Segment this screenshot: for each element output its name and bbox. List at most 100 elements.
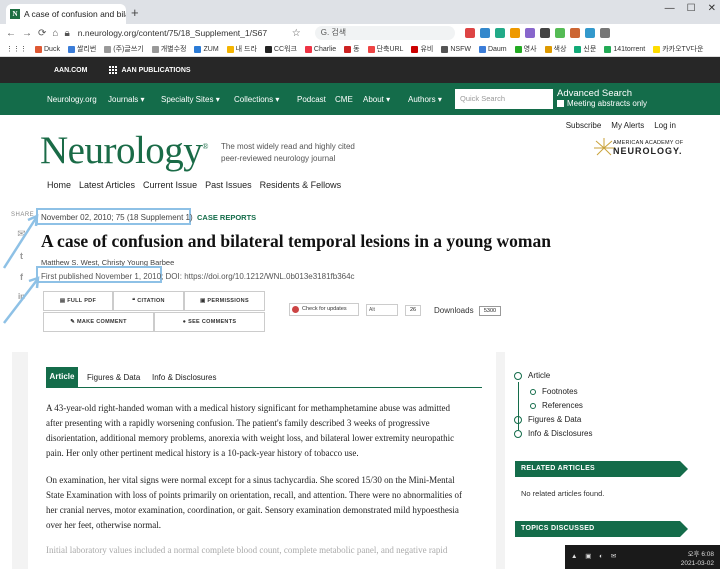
home-icon[interactable]: ⌂ [52, 28, 58, 39]
reload-icon[interactable]: ⟳ [38, 28, 46, 39]
linkedin-icon[interactable]: in [16, 292, 27, 302]
toc-info-disclosures[interactable]: Info & Disclosures [514, 429, 592, 438]
issue-date[interactable]: November 02, 2010; 75 (18 Supplement 1) [41, 213, 193, 222]
bookmark-favicon-icon [514, 45, 522, 53]
toc-footnotes[interactable]: Footnotes [530, 387, 578, 396]
bookmark-item[interactable]: 카카오TV다운 [653, 44, 703, 54]
email-icon[interactable]: ✉ [16, 230, 27, 240]
permissions-button[interactable]: ▣ PERMISSIONS [184, 291, 265, 311]
extension-icon[interactable] [524, 28, 535, 38]
altmetric-badge[interactable]: Alt [366, 304, 398, 316]
menu-latest-articles[interactable]: Latest Articles [79, 180, 135, 190]
menu-home[interactable]: Home [47, 180, 71, 190]
minimize-icon[interactable]: — [665, 3, 675, 14]
forward-icon[interactable]: → [22, 28, 32, 39]
bookmark-item[interactable]: 색상 [544, 44, 566, 54]
quick-search-input[interactable]: Quick Search [455, 89, 553, 109]
nav-about[interactable]: About ▾ [363, 95, 390, 104]
bookmark-item[interactable]: (주)글쓰기 [104, 44, 144, 54]
bookmark-item[interactable]: Duck [35, 45, 60, 53]
bookmark-item[interactable]: Daum [478, 45, 507, 53]
menu-residents-fellows[interactable]: Residents & Fellows [260, 180, 342, 190]
extension-icon[interactable] [599, 28, 610, 38]
aan-publications-link[interactable]: AAN PUBLICATIONS [109, 66, 191, 74]
extension-icon[interactable] [509, 28, 520, 38]
make-comment-button[interactable]: ✎ MAKE COMMENT [43, 312, 154, 332]
my-alerts-link[interactable]: My Alerts [611, 121, 644, 130]
doi-link[interactable]: DOI: https://doi.org/10.1212/WNL.0b013e3… [166, 272, 355, 281]
toc-figures-data[interactable]: Figures & Data [514, 415, 581, 424]
nav-authors[interactable]: Authors ▾ [408, 95, 442, 104]
nav-neurology-org[interactable]: Neurology.org [47, 95, 97, 104]
browser-tab[interactable]: N A case of confusion and bilateral ✕ [6, 4, 126, 24]
system-clock[interactable]: 오후 6:08 2021-03-02 [681, 550, 714, 568]
nav-collections[interactable]: Collections ▾ [234, 95, 279, 104]
citation-button[interactable]: ❝ CITATION [113, 291, 184, 311]
secondary-menu: Home Latest Articles Current Issue Past … [47, 180, 341, 190]
bookmark-item[interactable]: 쌀리번 [67, 44, 96, 54]
subscribe-link[interactable]: Subscribe [566, 121, 602, 130]
tray-icons[interactable]: ▲ ▣ ◐ ✉ [571, 552, 619, 560]
aan-logo[interactable]: AMERICAN ACADEMY OF NEUROLOGY. [594, 138, 683, 156]
check-for-updates-button[interactable]: Check for updates [289, 303, 359, 316]
bookmark-item[interactable]: 내 드라 [226, 44, 257, 54]
bookmark-item[interactable]: Charlie [304, 45, 336, 53]
neurology-logo[interactable]: Neurology® [40, 128, 208, 173]
tab-info-disclosures[interactable]: Info & Disclosures [152, 373, 216, 382]
tab-figures-data[interactable]: Figures & Data [87, 373, 140, 382]
extension-icon[interactable] [569, 28, 580, 38]
bookmark-item[interactable]: 단축URL [367, 44, 403, 54]
button-label: FULL PDF [67, 298, 97, 304]
bookmark-favicon-icon [104, 45, 112, 53]
category-link[interactable]: CASE REPORTS [197, 213, 256, 222]
maximize-icon[interactable]: ☐ [687, 3, 696, 14]
downloads-label: Downloads [434, 306, 474, 315]
bookmark-item[interactable]: CC워크 [264, 44, 297, 54]
grid-icon [109, 66, 118, 74]
bookmark-favicon-icon [367, 45, 375, 53]
pencil-icon: ✎ [70, 319, 77, 325]
bookmark-item[interactable]: 영사 [514, 44, 537, 54]
toc-article[interactable]: Article [514, 371, 550, 380]
back-icon[interactable]: ← [6, 28, 16, 39]
nav-podcast[interactable]: Podcast [297, 95, 326, 104]
menu-current-issue[interactable]: Current Issue [143, 180, 197, 190]
nav-specialty-sites[interactable]: Specialty Sites ▾ [161, 95, 220, 104]
twitter-icon[interactable]: t [16, 251, 27, 261]
meeting-abstracts-checkbox[interactable]: Meeting abstracts only [557, 99, 647, 108]
bookmark-item[interactable]: ZUM [194, 45, 219, 53]
nav-cme[interactable]: CME [335, 95, 353, 104]
bookmark-star-icon[interactable]: ☆ [292, 28, 301, 39]
log-in-link[interactable]: Log in [654, 121, 676, 130]
toc-references[interactable]: References [530, 401, 583, 410]
close-window-icon[interactable]: ✕ [708, 3, 716, 14]
extension-icon[interactable] [584, 28, 595, 38]
apps-grid-icon[interactable]: ⋮⋮⋮ [6, 45, 27, 53]
bookmark-item[interactable]: NSFW [441, 45, 471, 53]
bookmark-item[interactable]: 신문 [574, 44, 596, 54]
bookmark-item[interactable]: 141torrent [604, 45, 645, 53]
url-field[interactable]: n.neurology.org/content/75/18_Supplement… [78, 28, 288, 38]
see-comments-button[interactable]: ● SEE COMMENTS [154, 312, 265, 332]
advanced-search-link[interactable]: Advanced Search [557, 88, 632, 99]
bookmark-label: 내 드라 [235, 46, 257, 53]
altmetric-score[interactable]: 26 [405, 305, 421, 316]
button-label: SEE COMMENTS [188, 319, 237, 325]
extension-icon[interactable] [479, 28, 490, 38]
window-controls: — ☐ ✕ [665, 3, 716, 14]
extension-icon[interactable] [539, 28, 550, 38]
tab-article[interactable]: Article [46, 367, 78, 387]
bookmark-item[interactable]: 개별수정 [151, 44, 186, 54]
extension-icon[interactable] [554, 28, 565, 38]
new-tab-icon[interactable]: + [131, 5, 139, 20]
nav-journals[interactable]: Journals ▾ [108, 95, 145, 104]
menu-past-issues[interactable]: Past Issues [205, 180, 252, 190]
extension-icon[interactable] [464, 28, 475, 38]
extension-icon[interactable] [494, 28, 505, 38]
bookmark-item[interactable]: 동 [344, 44, 360, 54]
aan-com-link[interactable]: AAN.COM [54, 67, 87, 74]
full-pdf-button[interactable]: ▤ FULL PDF [43, 291, 113, 311]
facebook-icon[interactable]: f [16, 272, 27, 282]
browser-search-input[interactable]: G. 검색 [314, 26, 455, 40]
bookmark-item[interactable]: 유비 [411, 44, 433, 54]
